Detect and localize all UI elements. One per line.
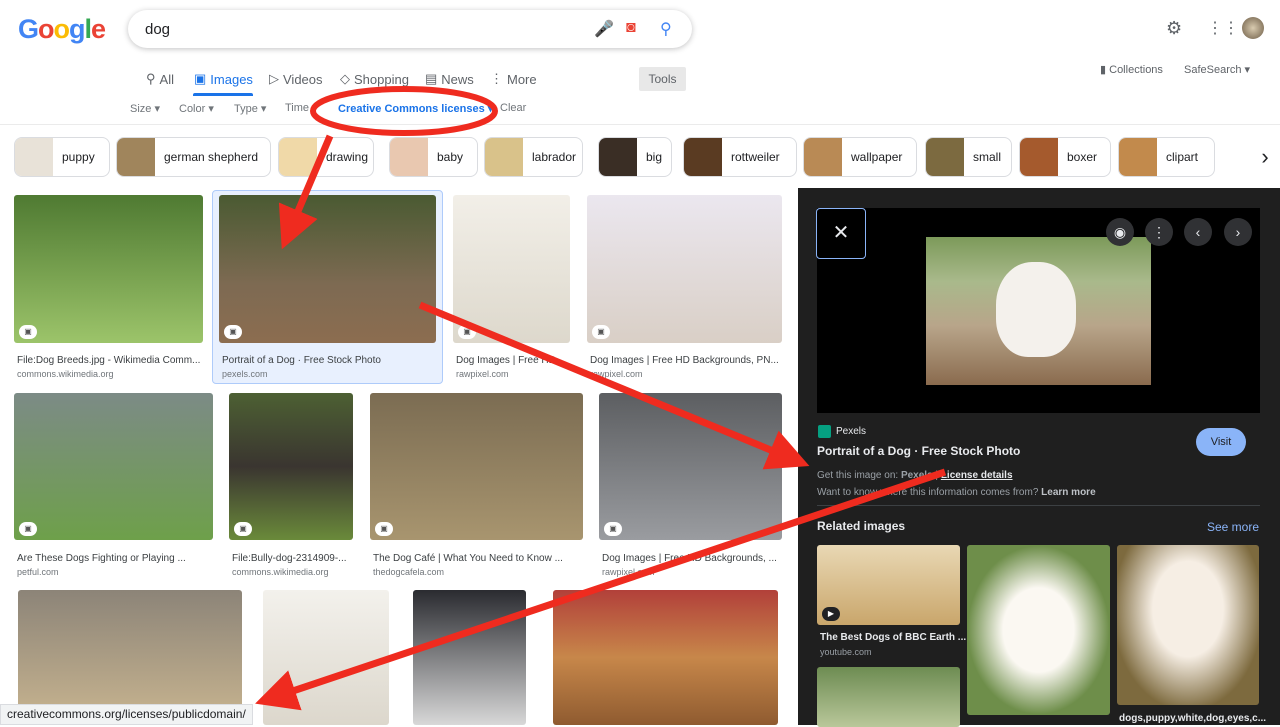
annotation-overlay (255, 86, 947, 711)
annotation-arrow (278, 134, 334, 250)
annotation-arrow (418, 301, 810, 470)
annotation-arrow (255, 468, 947, 711)
annotation-ellipse (310, 86, 498, 136)
